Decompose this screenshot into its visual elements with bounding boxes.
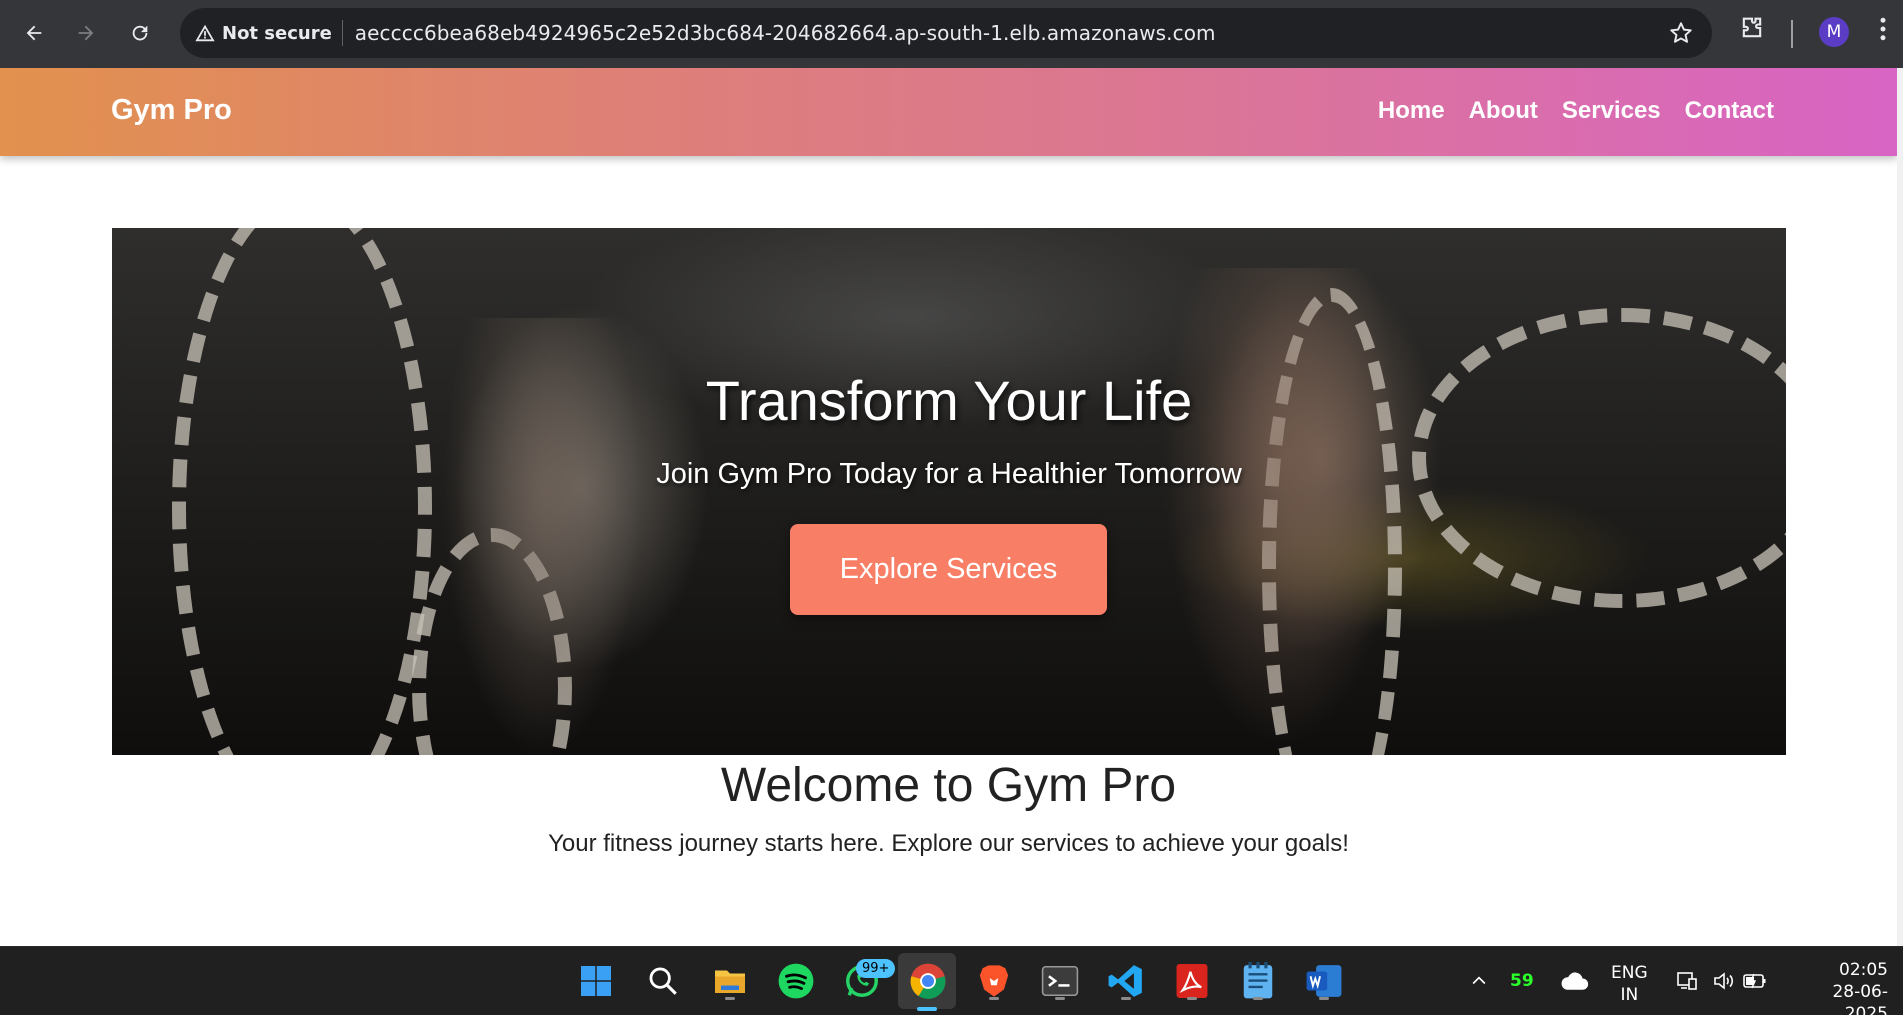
site-nav: Home About Services Contact bbox=[1378, 97, 1774, 125]
clock-date: 28-06-2025 bbox=[1832, 982, 1888, 1024]
warning-icon bbox=[195, 24, 215, 42]
brave-button[interactable] bbox=[973, 960, 1015, 1002]
profile-avatar[interactable]: M bbox=[1819, 17, 1849, 47]
acrobat-button[interactable] bbox=[1171, 960, 1213, 1002]
chevron-up-icon bbox=[1472, 976, 1486, 985]
nav-home-link[interactable]: Home bbox=[1378, 97, 1445, 125]
site-header: Gym Pro Home About Services Contact bbox=[0, 68, 1897, 156]
more-vert-icon bbox=[1880, 17, 1886, 41]
search-button[interactable] bbox=[642, 960, 684, 1002]
running-indicator bbox=[1055, 997, 1065, 1000]
address-bar[interactable]: Not secure aecccc6bea68eb4924965c2e52d3b… bbox=[180, 8, 1712, 58]
word-icon bbox=[1306, 965, 1342, 997]
battery-charging-icon bbox=[1743, 973, 1766, 989]
network-icon bbox=[1677, 972, 1697, 990]
site-logo[interactable]: Gym Pro bbox=[111, 94, 232, 127]
language-indicator[interactable]: ENG IN bbox=[1611, 962, 1648, 1006]
taskbar: 99+ 59 ENG IN 02:05 28-06-2025 bbox=[0, 946, 1903, 1024]
region-code: IN bbox=[1620, 985, 1639, 1005]
welcome-heading: Welcome to Gym Pro bbox=[720, 759, 1177, 812]
nav-contact-link[interactable]: Contact bbox=[1685, 97, 1774, 125]
hero-title: Transform Your Life bbox=[705, 369, 1193, 432]
nav-services-link[interactable]: Services bbox=[1562, 97, 1661, 125]
extensions-button[interactable] bbox=[1738, 14, 1766, 47]
arrow-left-icon bbox=[26, 25, 42, 41]
url-text[interactable]: aecccc6bea68eb4924965c2e52d3bc684-204682… bbox=[355, 21, 1216, 45]
spotify-button[interactable] bbox=[775, 960, 817, 1002]
web-page: Gym Pro Home About Services Contact Tran… bbox=[0, 68, 1903, 946]
terminal-button[interactable] bbox=[1039, 960, 1081, 1002]
notepad-button[interactable] bbox=[1237, 960, 1279, 1002]
chrome-button[interactable] bbox=[907, 960, 949, 1002]
running-indicator bbox=[1121, 997, 1131, 1000]
terminal-icon bbox=[1041, 965, 1079, 997]
forward-button[interactable] bbox=[66, 13, 106, 53]
browser-toolbar: Not secure aecccc6bea68eb4924965c2e52d3b… bbox=[0, 0, 1903, 68]
clock-time: 02:05 bbox=[1839, 960, 1888, 980]
word-button[interactable] bbox=[1303, 960, 1345, 1002]
windows-icon bbox=[581, 966, 611, 996]
network-button[interactable] bbox=[1666, 960, 1708, 1002]
toolbar-divider bbox=[1791, 20, 1793, 48]
explore-services-button[interactable]: Explore Services bbox=[790, 524, 1107, 615]
folder-icon bbox=[715, 970, 745, 993]
start-button[interactable] bbox=[575, 960, 617, 1002]
language-code: ENG bbox=[1611, 963, 1648, 983]
chrome-icon bbox=[910, 963, 946, 999]
active-app-indicator bbox=[917, 1007, 937, 1011]
hero-content: Transform Your Life Join Gym Pro Today f… bbox=[112, 228, 1786, 755]
brave-lion-icon bbox=[979, 965, 1009, 997]
hero-subtitle: Join Gym Pro Today for a Healthier Tomor… bbox=[656, 458, 1242, 490]
page-scrollbar[interactable] bbox=[1897, 68, 1903, 946]
reload-button[interactable] bbox=[120, 13, 160, 53]
bookmark-star-button[interactable] bbox=[1668, 20, 1694, 51]
running-indicator bbox=[725, 997, 735, 1000]
spotify-icon bbox=[778, 963, 814, 999]
arrow-right-icon bbox=[78, 25, 94, 41]
security-label: Not secure bbox=[222, 22, 332, 44]
notepad-icon bbox=[1243, 962, 1273, 999]
cloud-icon bbox=[1561, 972, 1589, 990]
welcome-text: Your fitness journey starts here. Explor… bbox=[548, 830, 1349, 857]
star-icon bbox=[1670, 22, 1692, 43]
running-indicator bbox=[1187, 997, 1197, 1000]
nav-about-link[interactable]: About bbox=[1469, 97, 1538, 125]
running-indicator bbox=[989, 997, 999, 1000]
search-icon bbox=[649, 967, 677, 995]
puzzle-icon bbox=[1742, 17, 1762, 38]
running-indicator bbox=[1253, 997, 1263, 1000]
file-explorer-button[interactable] bbox=[709, 960, 751, 1002]
onedrive-button[interactable] bbox=[1554, 960, 1596, 1002]
pdf-icon bbox=[1176, 964, 1208, 998]
vscode-icon bbox=[1108, 965, 1142, 997]
reload-icon bbox=[132, 25, 148, 41]
battery-button[interactable] bbox=[1734, 960, 1776, 1002]
fps-counter: 59 bbox=[1510, 971, 1534, 991]
omnibox-divider bbox=[341, 20, 343, 46]
vscode-button[interactable] bbox=[1105, 960, 1147, 1002]
back-button[interactable] bbox=[14, 13, 54, 53]
running-indicator bbox=[1319, 997, 1329, 1000]
notification-badge: 99+ bbox=[856, 959, 896, 978]
show-hidden-icons-button[interactable] bbox=[1458, 960, 1500, 1002]
hero-banner: Transform Your Life Join Gym Pro Today f… bbox=[112, 228, 1786, 755]
security-chip[interactable]: Not secure bbox=[194, 22, 332, 44]
clock[interactable]: 02:05 28-06-2025 bbox=[1792, 959, 1888, 1025]
speaker-icon bbox=[1714, 972, 1734, 990]
menu-button[interactable] bbox=[1876, 14, 1890, 49]
